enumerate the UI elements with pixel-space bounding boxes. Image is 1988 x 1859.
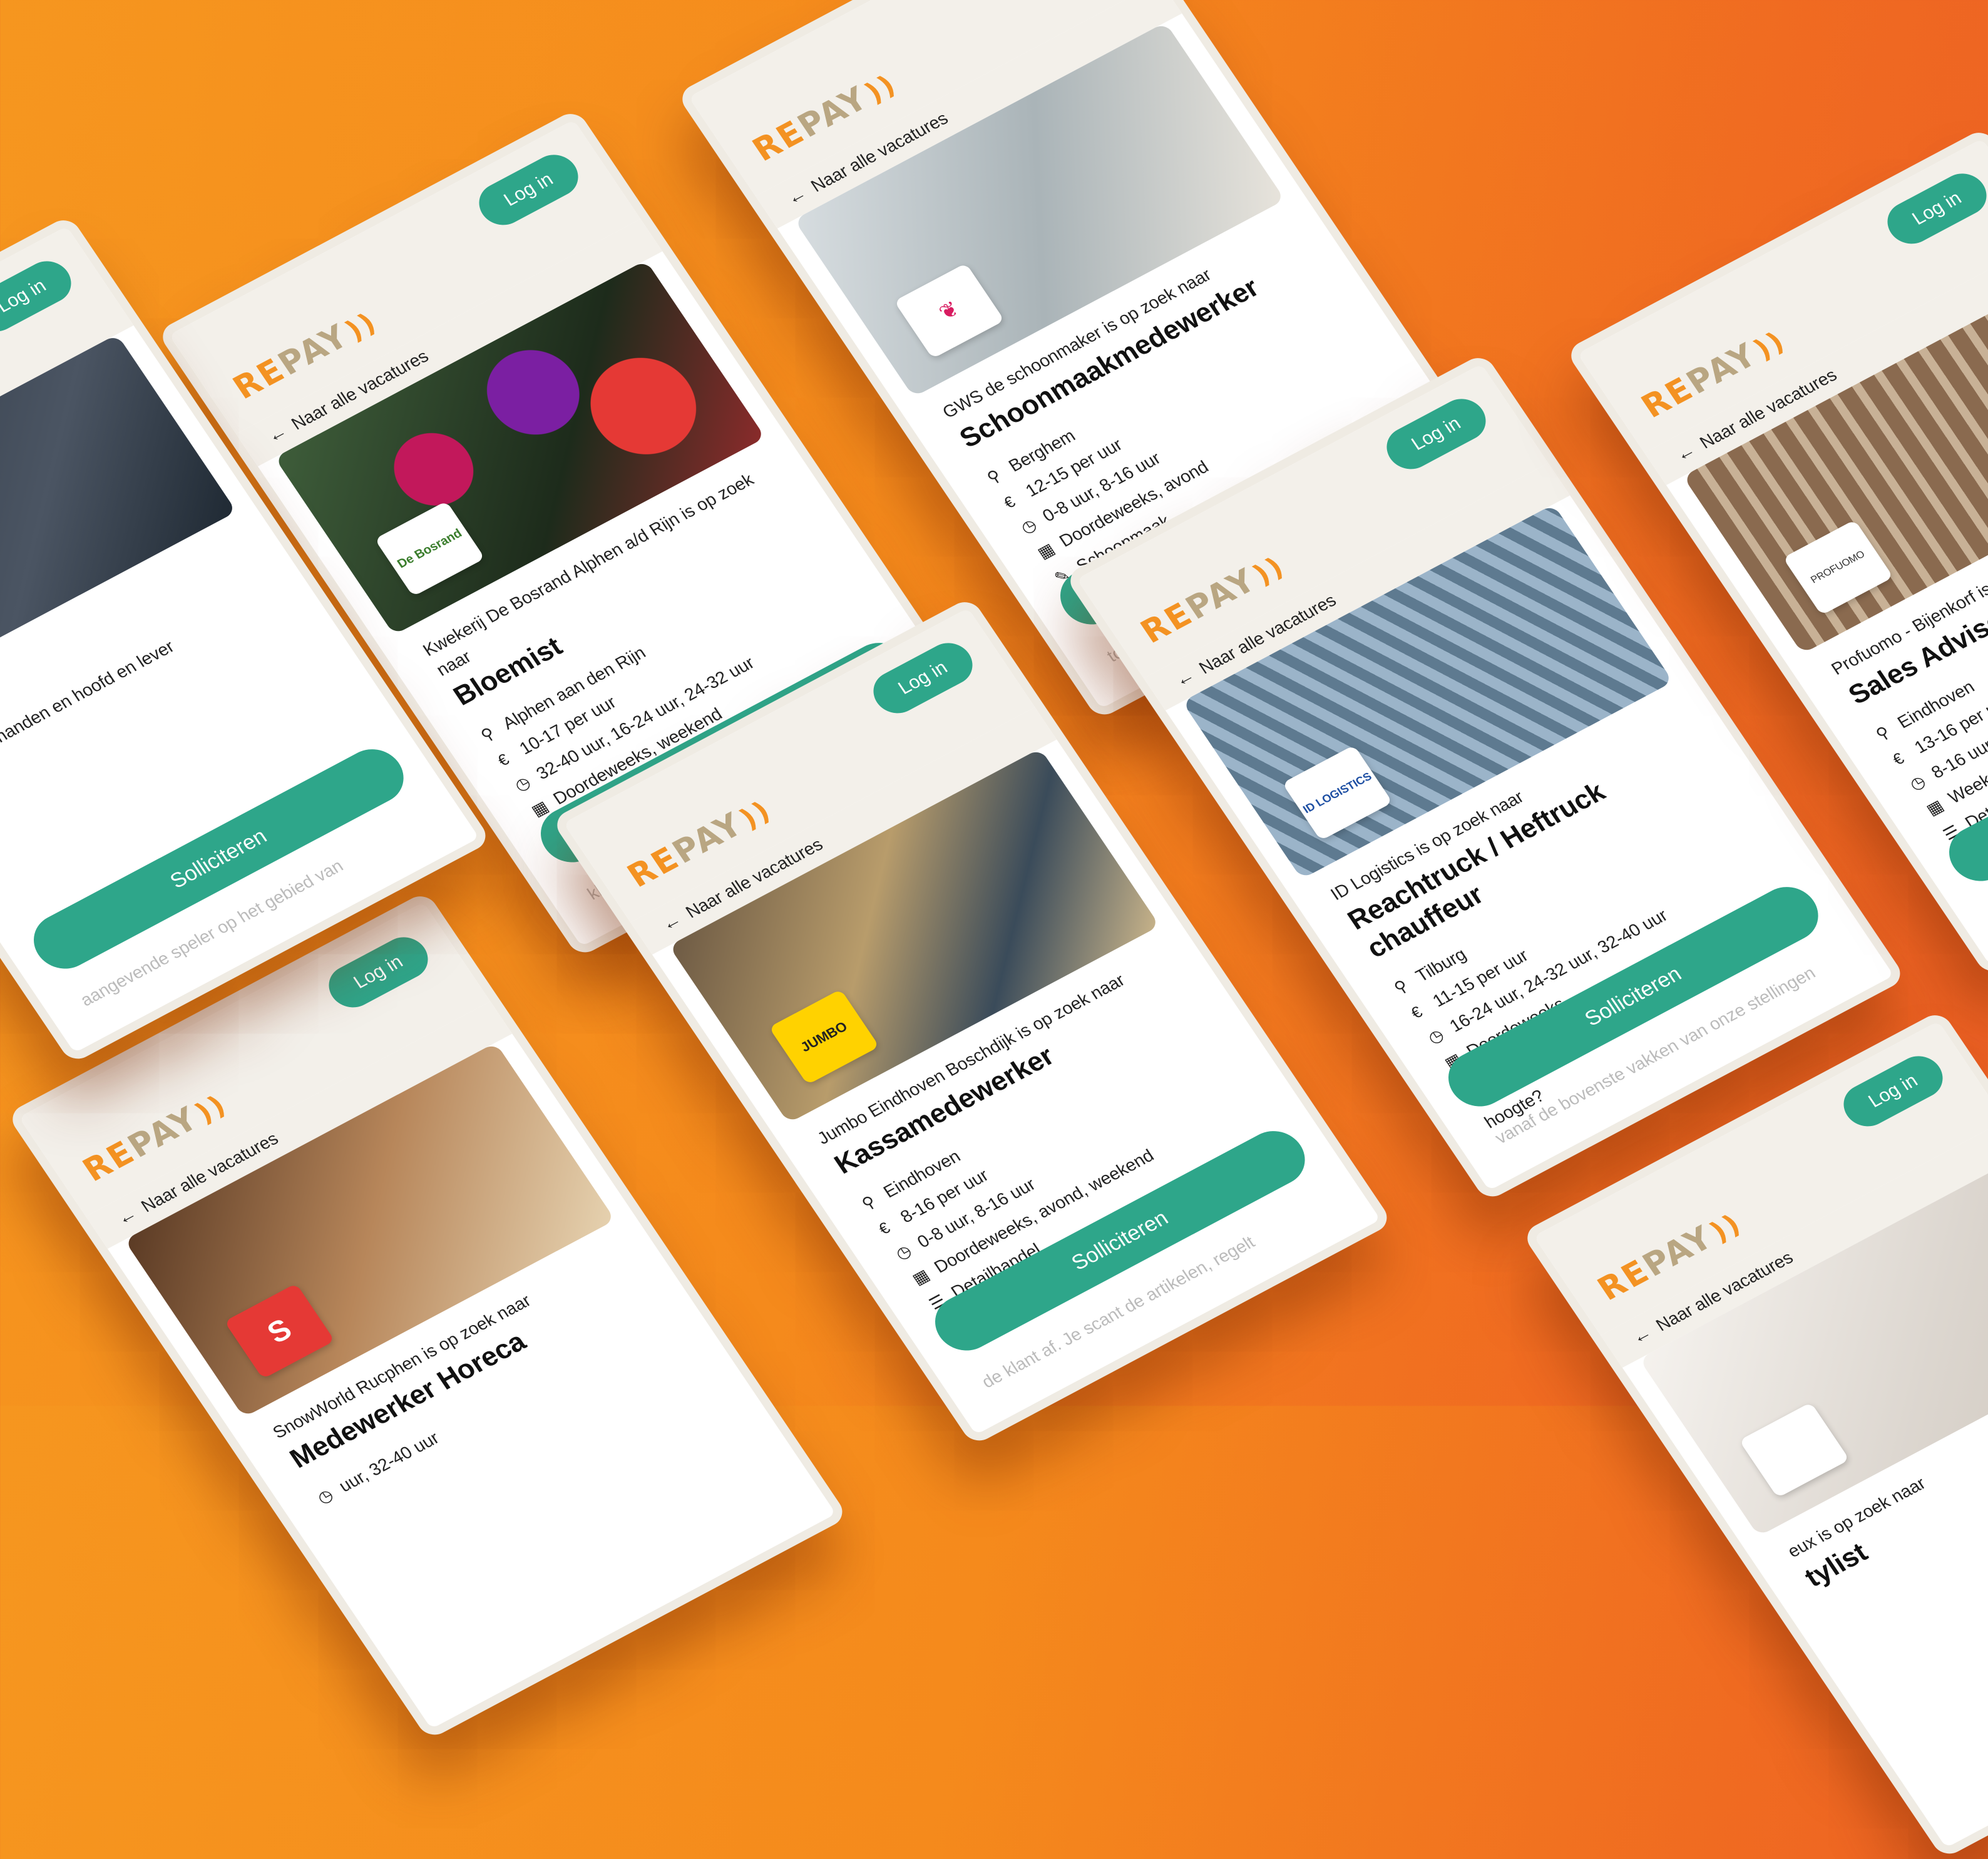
mockup-background: { "brand": { "re": "RE", "pay": "PAY", "… [0,0,1988,1859]
company-logo: JUMBO [769,989,879,1085]
company-logo [1739,1402,1850,1498]
login-button[interactable]: Log in [470,147,587,233]
company-logo: De Bosrand [374,501,485,597]
login-button[interactable]: Log in [1378,391,1495,477]
login-button[interactable]: Log in [1835,1048,1952,1134]
arrow-left-icon: ← [1627,1322,1656,1348]
arrow-left-icon: ← [1171,665,1199,691]
arrow-left-icon: ← [657,909,686,935]
company-logo: ❦ [894,263,1005,359]
arrow-left-icon: ← [113,1203,141,1229]
arrow-left-icon: ← [1671,439,1700,466]
login-button[interactable]: Log in [320,929,437,1015]
company-logo: S [224,1283,335,1379]
arrow-left-icon: ← [782,183,811,209]
login-button[interactable]: Log in [1878,166,1988,252]
login-button[interactable]: Log in [0,253,80,339]
arrow-left-icon: ← [263,421,292,447]
login-button[interactable]: Log in [864,635,981,721]
company-logo: PROFUOMO [1783,520,1893,615]
gws-logo-icon: ❦ [935,297,964,325]
company-logo: ID LOGISTICS [1282,745,1393,841]
